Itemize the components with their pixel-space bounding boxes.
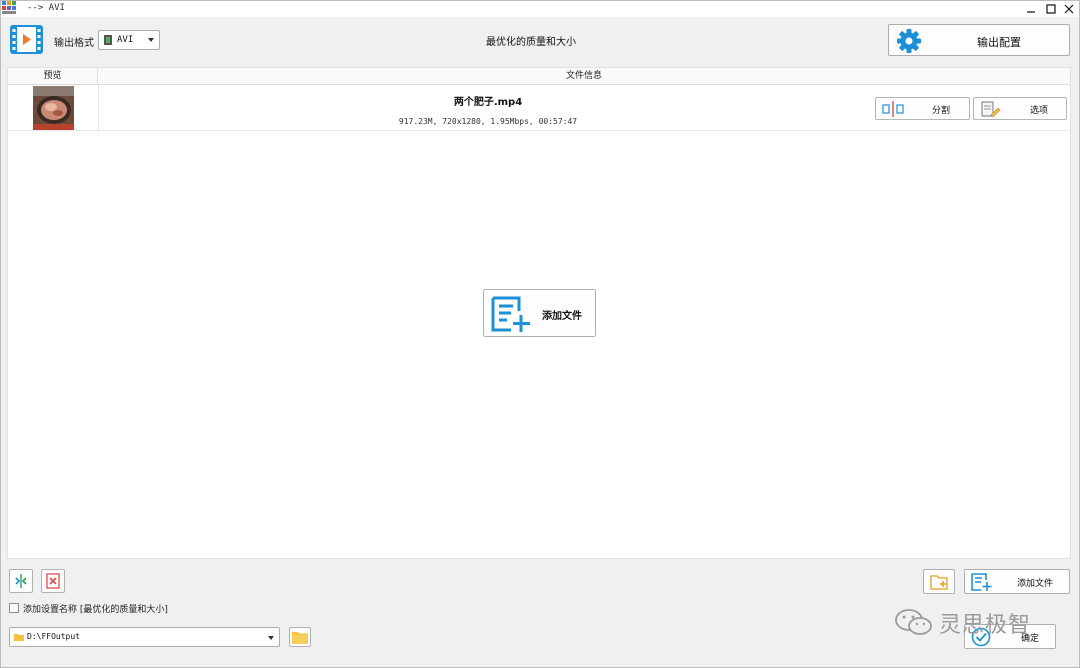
add-folder-button[interactable]: [923, 569, 955, 594]
wechat-logo-icon: [895, 609, 932, 635]
maximize-icon: [1046, 4, 1056, 14]
add-file-center-label: 添加文件: [542, 311, 582, 322]
row-divider: [98, 85, 99, 131]
output-format-value: AVI: [117, 35, 134, 45]
add-profile-name-checkbox[interactable]: [9, 603, 19, 613]
gear-icon: [897, 29, 921, 53]
delete-icon: [46, 573, 60, 589]
output-path-select[interactable]: D:\FFOutput: [9, 627, 280, 647]
browse-folder-button[interactable]: [289, 627, 311, 647]
window-title: --> AVI: [27, 3, 65, 13]
minimize-icon: [1027, 11, 1035, 13]
merge-button[interactable]: [9, 569, 33, 593]
add-file-label: 添加文件: [1016, 579, 1053, 589]
file-list: 预览 文件信息 两个肥子.mp4 917.23M, 720x1280, 1.95…: [7, 67, 1071, 559]
main-window: --> AVI 输出格式 AVI 最优化的质量和大小 输出配置 预览 文件信息 …: [0, 0, 1080, 668]
video-format-icon: [10, 25, 43, 54]
file-row[interactable]: 两个肥子.mp4 917.23M, 720x1280, 1.95Mbps, 00…: [8, 85, 1070, 131]
options-icon: [981, 101, 1001, 117]
video-thumbnail: [33, 86, 74, 130]
maximize-button[interactable]: [1041, 1, 1061, 17]
merge-icon: [15, 574, 27, 588]
chevron-down-icon: [268, 636, 274, 640]
title-bar: --> AVI: [1, 1, 1079, 17]
film-strip-icon: [104, 35, 112, 45]
add-file-center-button[interactable]: 添加文件: [483, 289, 596, 337]
profile-title: 最优化的质量和大小: [486, 37, 576, 48]
close-icon: [1064, 4, 1074, 14]
folder-icon: [292, 632, 308, 644]
add-profile-name-label: 添加设置名称 [最优化的质量和大小]: [23, 605, 168, 615]
options-label: 选项: [1029, 106, 1048, 116]
output-config-label: 输出配置: [977, 36, 1021, 49]
add-file-button[interactable]: 添加文件: [964, 569, 1070, 594]
add-file-icon: [971, 573, 992, 591]
remove-button[interactable]: [41, 569, 65, 593]
output-config-button[interactable]: 输出配置: [888, 24, 1070, 56]
list-header: 预览 文件信息: [8, 68, 1070, 85]
toolbar: 输出格式 AVI 最优化的质量和大小 输出配置: [1, 17, 1079, 63]
split-label: 分割: [931, 106, 950, 116]
output-format-select[interactable]: AVI: [98, 30, 160, 50]
add-file-icon: [491, 296, 530, 332]
split-button[interactable]: 分割: [875, 97, 970, 120]
folder-icon: [14, 634, 24, 641]
output-path-value: D:\FFOutput: [27, 632, 80, 641]
close-button[interactable]: [1059, 1, 1079, 17]
column-header-file-info: 文件信息: [565, 71, 602, 81]
split-icon: [882, 101, 904, 117]
app-icon: [2, 1, 16, 14]
watermark: 灵思极智: [894, 605, 1054, 641]
output-format-label: 输出格式: [54, 38, 94, 49]
options-button[interactable]: 选项: [973, 97, 1067, 120]
chevron-down-icon: [148, 38, 154, 42]
file-name: 两个肥子.mp4: [453, 97, 523, 108]
column-header-preview: 预览: [8, 68, 98, 85]
add-folder-icon: [930, 575, 948, 590]
file-meta: 917.23M, 720x1280, 1.95Mbps, 00:57:47: [398, 117, 578, 126]
minimize-button[interactable]: [1021, 1, 1041, 17]
watermark-text: 灵思极智: [939, 613, 1032, 638]
